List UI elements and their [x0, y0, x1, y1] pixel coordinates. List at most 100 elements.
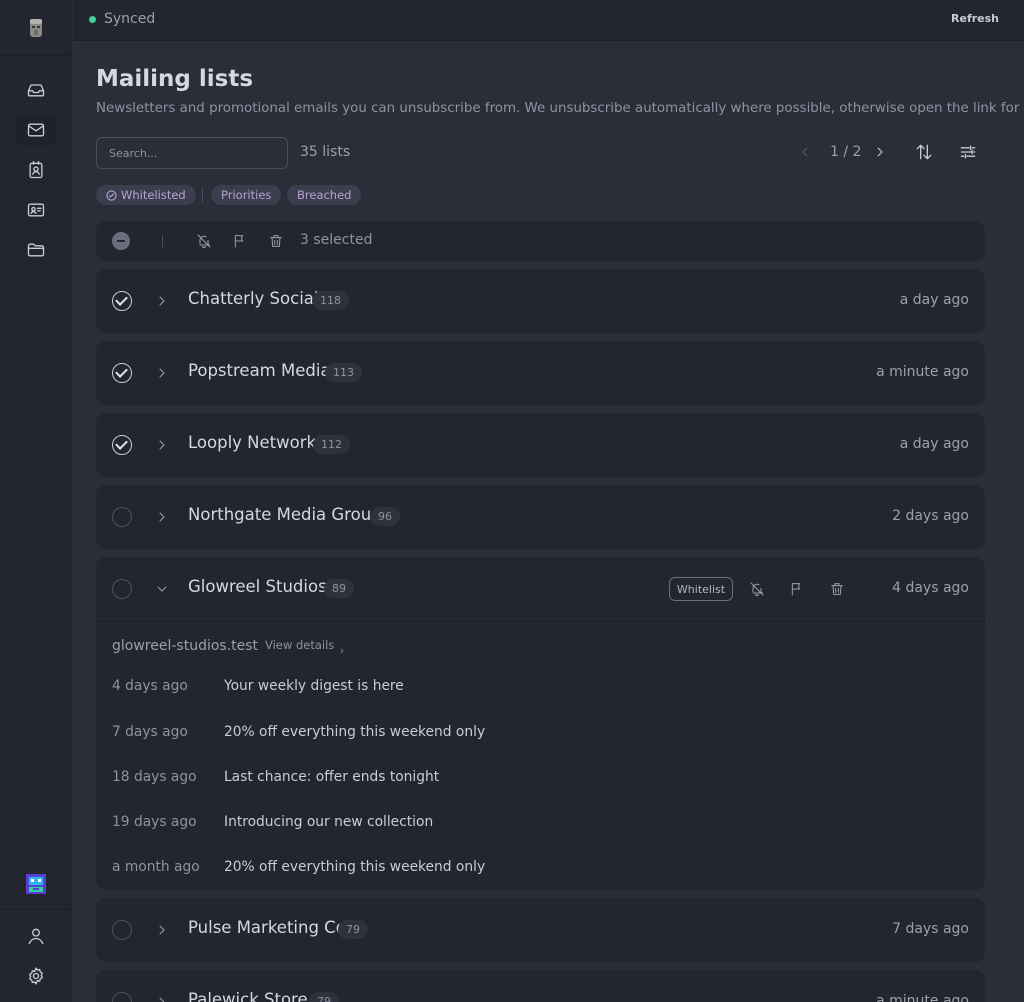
avatar-icon — [26, 874, 46, 894]
check-circle-icon — [106, 189, 117, 201]
trash-icon — [270, 235, 282, 247]
expand-button[interactable] — [154, 365, 170, 385]
view-details-link[interactable]: View details — [265, 638, 334, 652]
top-bar: Synced Refresh — [73, 0, 1024, 41]
row-checkbox[interactable] — [112, 507, 132, 527]
list-name: Palewick Store — [188, 990, 308, 1002]
bulk-flag-button[interactable] — [232, 233, 248, 253]
nav-contacts[interactable] — [16, 154, 56, 186]
nav-inbox[interactable] — [16, 74, 56, 106]
id-card-icon — [27, 203, 45, 217]
expand-button[interactable] — [154, 994, 170, 1002]
message-subject: 20% off everything this weekend only — [224, 724, 486, 740]
last-received-time: a day ago — [899, 292, 969, 308]
next-page-button[interactable] — [872, 144, 888, 164]
expanded-row-header[interactable]: Glowreel Studios 89 Whitelist 4 days ago — [96, 557, 985, 621]
filter-settings-button[interactable] — [958, 142, 978, 166]
collapse-button[interactable] — [154, 581, 170, 601]
list-name: Looply Network — [188, 433, 317, 452]
bulk-mute-button[interactable] — [196, 233, 212, 253]
row-checkbox[interactable] — [112, 920, 132, 940]
bulk-action-bar: 3 selected — [96, 221, 985, 261]
row-checkbox[interactable] — [112, 992, 132, 1002]
message-subject: Your weekly digest is here — [224, 678, 404, 694]
mute-button[interactable] — [749, 581, 765, 601]
row-checkbox[interactable] — [112, 435, 132, 455]
expanded-list-row: Glowreel Studios 89 Whitelist 4 days ago… — [96, 557, 985, 890]
chip-priorities[interactable]: Priorities — [211, 185, 282, 205]
pagination-label: 1 / 2 — [830, 144, 862, 160]
row-checkbox[interactable] — [112, 579, 132, 599]
expand-button[interactable] — [154, 922, 170, 942]
user-icon — [28, 928, 44, 945]
list-row[interactable]: Palewick Store 79 a minute ago — [96, 970, 985, 1002]
list-row[interactable]: Chatterly Social 118 a day ago — [96, 269, 985, 333]
list-count: 35 lists — [300, 144, 351, 160]
delete-button[interactable] — [829, 581, 845, 601]
flag-icon — [791, 583, 801, 596]
message-row[interactable]: 19 days ago Introducing our new collecti… — [96, 799, 985, 844]
flag-button[interactable] — [789, 581, 805, 601]
list-name: Pulse Marketing Co — [188, 918, 346, 937]
chip-breached-label: Breached — [297, 188, 352, 202]
deselect-all-checkbox[interactable] — [112, 232, 130, 250]
last-received-time: 7 days ago — [892, 921, 969, 937]
row-checkbox[interactable] — [112, 363, 132, 383]
chip-whitelisted-label: Whitelisted — [121, 188, 186, 202]
sliders-icon — [960, 145, 976, 159]
email-count-badge: 79 — [338, 920, 368, 939]
app-logo[interactable] — [0, 0, 72, 56]
last-received-time: 4 days ago — [892, 580, 969, 596]
gear-icon — [29, 967, 43, 985]
chevron-right-icon — [340, 648, 344, 654]
nav-account[interactable] — [16, 920, 56, 952]
message-row[interactable]: 18 days ago Last chance: offer ends toni… — [96, 754, 985, 799]
message-time: 18 days ago — [112, 769, 197, 785]
chevron-right-icon — [159, 368, 165, 378]
expand-button[interactable] — [154, 437, 170, 457]
list-name: Popstream Media — [188, 361, 331, 380]
chip-breached[interactable]: Breached — [287, 185, 362, 205]
last-received-time: 2 days ago — [892, 508, 969, 524]
nav-folders[interactable] — [16, 234, 56, 266]
list-row[interactable]: Pulse Marketing Co 79 7 days ago — [96, 898, 985, 962]
nav-mailing-lists[interactable] — [16, 114, 56, 146]
selected-count: 3 selected — [300, 232, 373, 248]
email-count-badge: 79 — [309, 992, 339, 1002]
message-time: 7 days ago — [112, 724, 188, 740]
expand-button[interactable] — [154, 293, 170, 313]
email-count-badge: 112 — [313, 435, 350, 454]
sidebar-divider — [0, 909, 72, 910]
nav-settings[interactable] — [16, 960, 56, 992]
bell-off-icon — [750, 582, 764, 597]
folder-icon — [27, 243, 45, 257]
chevron-right-icon — [159, 997, 165, 1002]
sort-button[interactable] — [914, 142, 934, 166]
bulk-delete-button[interactable] — [268, 233, 284, 253]
message-row[interactable]: 7 days ago 20% off everything this weeke… — [96, 709, 985, 754]
expand-button[interactable] — [154, 509, 170, 529]
previous-page-button[interactable] — [797, 144, 813, 164]
last-received-time: a day ago — [899, 436, 969, 452]
nav-avatar[interactable] — [16, 868, 56, 900]
chevron-down-icon — [157, 586, 167, 592]
sidebar — [0, 0, 72, 1002]
message-row[interactable]: a month ago 20% off everything this week… — [96, 844, 985, 889]
message-row[interactable]: 4 days ago Your weekly digest is here — [96, 664, 985, 709]
message-subject: 20% off everything this weekend only — [224, 859, 486, 875]
search-input[interactable] — [96, 137, 288, 169]
nav-identity[interactable] — [16, 194, 56, 226]
list-row[interactable]: Popstream Media 113 a minute ago — [96, 341, 985, 405]
list-name: Glowreel Studios — [188, 577, 327, 596]
message-time: 4 days ago — [112, 678, 188, 694]
whitelist-button[interactable]: Whitelist — [669, 577, 733, 601]
list-row[interactable]: Looply Network 112 a day ago — [96, 413, 985, 477]
chip-whitelisted[interactable]: Whitelisted — [96, 185, 196, 205]
last-received-time: a minute ago — [876, 993, 969, 1002]
chevron-right-icon — [159, 440, 165, 450]
list-row[interactable]: Northgate Media Group 96 2 days ago — [96, 485, 985, 549]
refresh-button[interactable]: Refresh — [951, 12, 999, 25]
chip-separator — [202, 188, 203, 202]
row-checkbox[interactable] — [112, 291, 132, 311]
list-name: Northgate Media Group — [188, 505, 382, 524]
